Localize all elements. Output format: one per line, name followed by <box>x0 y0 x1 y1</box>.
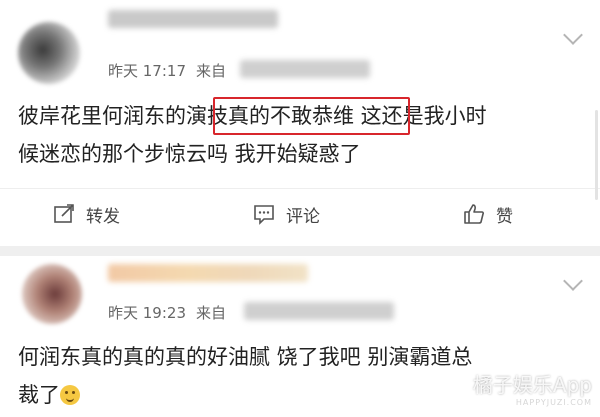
highlight-box <box>213 97 410 135</box>
comment-icon <box>254 205 274 225</box>
chevron-down-icon[interactable] <box>563 25 583 45</box>
content-line-1: 何润东真的真的真的好油腻 饶了我吧 别演霸道总 <box>18 345 473 369</box>
post-meta: 昨天 17:17 来自 <box>108 60 226 81</box>
source-blurred <box>240 60 370 78</box>
source-label: 来自 <box>196 304 227 322</box>
like-label: 赞 <box>496 206 513 227</box>
source-label: 来自 <box>196 62 227 80</box>
content-line-2: 候迷恋的那个步惊云吗 我开始疑惑了 <box>18 142 361 166</box>
action-bar: 转发 评论 赞 <box>0 188 600 241</box>
like-button[interactable]: 赞 <box>462 199 513 229</box>
smile-emoji-icon <box>60 385 80 405</box>
repost-icon <box>54 204 74 223</box>
repost-label: 转发 <box>86 206 120 227</box>
repost-button[interactable]: 转发 <box>52 199 120 229</box>
chevron-down-icon[interactable] <box>563 271 583 291</box>
comment-card-2: 昨天 19:23 来自 何润东真的真的真的好油腻 饶了我吧 别演霸道总 裁了 橘子… <box>0 256 600 417</box>
post-time: 昨天 17:17 <box>108 62 186 80</box>
source-blurred <box>244 302 394 320</box>
thumbs-up-icon <box>464 204 484 224</box>
comment-label: 评论 <box>286 206 320 227</box>
username-blurred[interactable] <box>108 264 308 282</box>
post-content: 何润东真的真的真的好油腻 饶了我吧 别演霸道总 裁了 <box>18 338 472 414</box>
username-blurred[interactable] <box>108 10 278 28</box>
post-meta: 昨天 19:23 来自 <box>108 302 226 323</box>
comment-card-1: 昨天 17:17 来自 彼岸花里何润东的演技真的不敢恭维 这还是我小时 候迷恋的那… <box>0 0 600 246</box>
post-time: 昨天 19:23 <box>108 304 186 322</box>
avatar[interactable] <box>18 22 80 84</box>
avatar[interactable] <box>22 264 82 324</box>
content-line-2: 裁了 <box>18 376 472 414</box>
comment-button[interactable]: 评论 <box>252 199 320 229</box>
watermark: 橘子娱乐App HAPPYJUZI.COM <box>472 373 592 407</box>
scrollbar[interactable] <box>595 110 598 200</box>
divider <box>0 246 600 256</box>
